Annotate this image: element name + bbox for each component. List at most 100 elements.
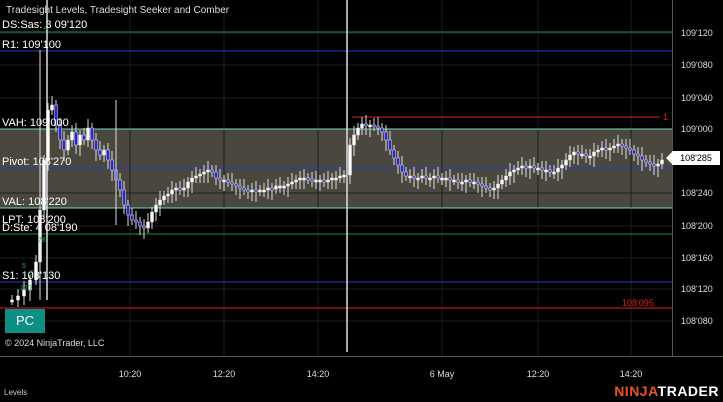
candle-body [424, 175, 428, 179]
candle-body [258, 189, 262, 193]
candle-body [588, 155, 592, 159]
candle-body [238, 185, 242, 189]
candle-body [162, 195, 166, 201]
candle-body [492, 187, 496, 191]
candle-body [186, 181, 190, 189]
candle-body [564, 159, 568, 166]
candle-body [262, 189, 266, 193]
candle-body [230, 181, 234, 185]
candle-body [94, 139, 98, 151]
chart-area[interactable]: 120 3 5 4 78 [0, 0, 672, 356]
candle-body [50, 104, 54, 111]
candle-body [118, 179, 122, 191]
candle-body [560, 164, 564, 169]
val-label: VAL: 108'220 [2, 196, 67, 208]
candle-body [464, 179, 468, 183]
candle-body [150, 211, 154, 223]
candle-body [338, 175, 342, 179]
candle-body [182, 187, 186, 191]
brand-part1: NINJA [614, 383, 658, 399]
candle-body [476, 181, 480, 185]
candle-body [226, 179, 230, 183]
candle-body [302, 177, 306, 181]
price-axis-label: 108'080 [681, 316, 713, 326]
candle-body [74, 131, 78, 146]
candle-body [310, 178, 314, 182]
candle-body [432, 175, 436, 179]
brand-logo: NINJATRADER [614, 383, 719, 399]
candle-body [556, 167, 560, 173]
price-axis-label: 109'080 [681, 60, 713, 70]
candle-body [532, 165, 536, 169]
candle-body [404, 171, 408, 177]
time-axis-label: 6 May [429, 369, 455, 379]
candle-body [460, 181, 464, 185]
candle-body [372, 124, 376, 128]
candle-body [448, 177, 452, 181]
candle-body [82, 134, 86, 141]
candle-body [504, 175, 508, 181]
candle-body [166, 193, 170, 197]
candle-body [632, 149, 636, 155]
candle-body [408, 175, 412, 179]
candle-body [552, 171, 556, 175]
candle-body [600, 147, 604, 151]
price-axis-label: 109'040 [681, 93, 713, 103]
price-axis[interactable]: 109'120 109'080 109'040 109'000 108'240 108'2… [672, 0, 723, 356]
footer: Levels NINJATRADER [0, 382, 723, 402]
candle-body [400, 164, 404, 173]
candle-body [66, 139, 70, 151]
candle-body [198, 173, 202, 177]
price-axis-label: 109'000 [681, 124, 713, 134]
candle-body [266, 187, 270, 191]
candle-body [134, 219, 138, 223]
candle-body [202, 171, 206, 175]
pc-button[interactable]: PC [5, 309, 45, 333]
candle-body [416, 177, 420, 181]
candle-body [356, 127, 360, 136]
candle-body [294, 179, 298, 183]
candle-body [640, 155, 644, 161]
candle-body [528, 165, 532, 169]
candle-body [436, 175, 440, 179]
candle-body [130, 214, 134, 221]
price-chart[interactable]: 12035478 [0, 0, 672, 356]
candle-body [218, 177, 222, 181]
seeker-count: 5 [22, 263, 26, 270]
candle-body [636, 153, 640, 157]
candle-body [520, 165, 524, 169]
candle-body [110, 159, 114, 171]
candle-body [364, 123, 368, 127]
candle-body [548, 169, 552, 173]
candle-body [158, 199, 162, 206]
time-axis[interactable]: 10:20 12:20 14:20 6 May 12:20 14:20 [0, 356, 723, 383]
time-axis-label: 14:20 [306, 369, 330, 379]
candle-body [512, 169, 516, 173]
candle-body [214, 171, 218, 179]
candle-body [576, 151, 580, 155]
price-axis-label: 108'240 [681, 188, 713, 198]
candle-body [170, 189, 174, 195]
candle-body [10, 299, 14, 303]
candle-body [178, 187, 182, 191]
candle-body [596, 149, 600, 153]
candle-body [360, 123, 364, 129]
time-axis-label: 12:20 [212, 369, 236, 379]
candle-body [452, 179, 456, 183]
candle-body [544, 169, 548, 173]
candle-body [16, 295, 20, 301]
candle-body [628, 147, 632, 151]
candle-body [98, 149, 102, 156]
candle-body [524, 165, 528, 169]
candle-body [210, 169, 214, 173]
candle-body [234, 183, 238, 187]
candle-body [250, 189, 254, 193]
candle-body [484, 185, 488, 189]
candle-body [102, 149, 106, 156]
footer-tab-levels[interactable]: Levels [4, 388, 27, 397]
candle-body [648, 161, 652, 165]
candle-body [368, 124, 372, 128]
candle-body [584, 153, 588, 157]
candle-body [154, 204, 158, 213]
candle-body [342, 174, 346, 178]
